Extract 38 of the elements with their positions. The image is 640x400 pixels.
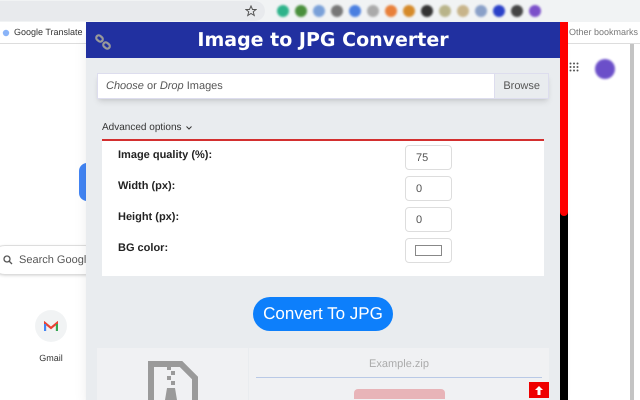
other-bookmarks-link[interactable]: Other bookmarks: [568, 26, 638, 40]
file-input[interactable]: Choose or Drop Images Browse: [97, 73, 549, 99]
zip-file-icon: [146, 360, 198, 400]
shortcut-label: Gmail: [39, 352, 63, 365]
extension-icon[interactable]: [529, 5, 541, 17]
avatar[interactable]: [595, 59, 615, 79]
scrollbar[interactable]: [630, 44, 634, 400]
arrow-up-icon: [534, 385, 544, 395]
shortcut-tile[interactable]: [35, 310, 67, 342]
option-label: Image quality (%):: [118, 148, 214, 163]
browse-button[interactable]: Browse: [494, 74, 548, 98]
extension-icon[interactable]: [493, 5, 505, 17]
scroll-top-button[interactable]: [529, 382, 549, 398]
globe-icon: [2, 28, 10, 36]
extension-icon[interactable]: [511, 5, 523, 17]
popup-title: Image to JPG Converter: [197, 28, 449, 53]
convert-button[interactable]: Convert To JPG: [253, 297, 393, 331]
mail-icon: [44, 320, 58, 332]
advanced-options-toggle[interactable]: Advanced options: [102, 120, 192, 135]
number-field[interactable]: 0: [405, 207, 452, 232]
star-icon[interactable]: [245, 5, 257, 17]
bookmark-link[interactable]: Google Translate: [14, 26, 83, 40]
number-field[interactable]: 0: [405, 176, 452, 201]
scrollbar[interactable]: [560, 22, 568, 400]
link-icon[interactable]: [95, 34, 111, 50]
color-picker[interactable]: [405, 238, 452, 263]
option-label: BG color:: [118, 241, 170, 256]
color-swatch: [415, 245, 442, 256]
scrollbar-thumb[interactable]: [560, 22, 568, 216]
apps-icon[interactable]: [569, 62, 579, 72]
file-input-placeholder: Choose or Drop Images: [105, 78, 224, 94]
number-field[interactable]: 75: [405, 145, 452, 170]
option-label: Height (px):: [118, 210, 180, 225]
extension-icon[interactable]: [421, 5, 433, 17]
chevron-icon: [186, 126, 192, 130]
file-name: Example.zip: [369, 357, 429, 372]
option-label: Width (px):: [118, 179, 176, 194]
search-icon: [3, 255, 13, 265]
